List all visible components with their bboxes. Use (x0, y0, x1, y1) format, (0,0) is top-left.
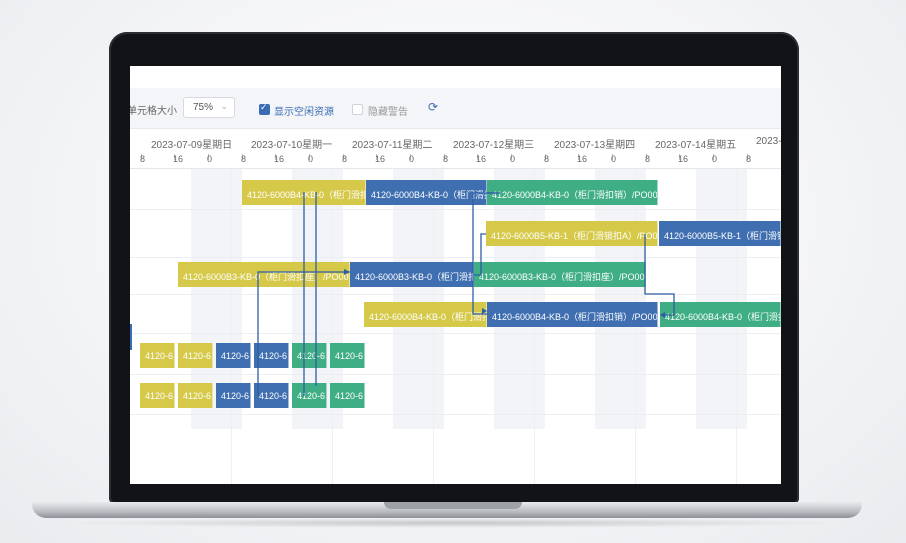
hour-label: 16 (274, 154, 285, 164)
chevron-down-icon: ⌄ (220, 101, 228, 111)
cell-size-label: 单元格大小 (130, 106, 177, 117)
zoom-select[interactable]: 75% ⌄ (183, 97, 235, 118)
hour-label: 16 (375, 154, 386, 164)
show-idle-label[interactable]: 显示空闲资源 (274, 103, 334, 118)
hide-warning-label[interactable]: 隐藏警告 (368, 103, 408, 118)
date-header: 2023-07-09星期日 2023-07-10星期一 2023-07-11星期… (130, 136, 781, 151)
task-bar[interactable]: 4120-6000B4-KB-0（柜门滑扣 (242, 180, 366, 205)
task-bar[interactable]: 4120-6 (254, 343, 289, 368)
date-label: 2023-07-10星期一 (251, 140, 333, 151)
task-bar[interactable]: 4120-6 (330, 383, 365, 408)
hour-label: 8 (746, 154, 752, 164)
date-label: 2023-07-14星期五 (655, 140, 737, 151)
hour-label: 8 (645, 154, 651, 164)
task-bar[interactable]: 4120-6 (330, 343, 365, 368)
task-bar[interactable]: 4120-6000B4-KB-0（柜门滑扣销）/PO004 (487, 302, 658, 327)
task-bar[interactable]: 4120-6 (178, 343, 213, 368)
row-indicator (130, 324, 132, 350)
hour-label: 0 (712, 154, 718, 164)
task-bar[interactable]: 4120-6000B4-KB-0（柜门滑扣 (364, 302, 487, 327)
task-bar[interactable]: 4120-6 (216, 343, 251, 368)
zoom-value: 75% (193, 102, 214, 113)
show-idle-checkbox[interactable] (259, 102, 270, 115)
hour-label: 8 (241, 154, 247, 164)
refresh-icon[interactable]: ⟳ (428, 100, 438, 114)
hour-label: 16 (476, 154, 487, 164)
gantt-toolbar: 单元格大小 75% ⌄ 显示空闲资源 隐藏警告 ⟳ (130, 88, 781, 129)
task-bar[interactable]: 4120-6000B3-KB-0（柜门滑扣座）/PO006 (178, 262, 350, 287)
task-bar[interactable]: 4120-6000B3-KB-0（柜门滑扣座）/PO006 (474, 262, 646, 287)
hour-label: 8 (544, 154, 550, 164)
task-bar[interactable]: 4120-6000B5-KB-1（柜门滑锁 (659, 221, 781, 246)
hour-label: 8 (140, 154, 146, 164)
date-label: 2023- (756, 136, 781, 147)
hour-label: 8 (443, 154, 449, 164)
task-bar[interactable]: 4120-6 (178, 383, 213, 408)
date-label: 2023-07-09星期日 (151, 140, 233, 151)
task-bar[interactable]: 4120-6 (216, 383, 251, 408)
task-bar[interactable]: 4120-6 (292, 383, 327, 408)
hour-label: 0 (409, 154, 415, 164)
hour-label: 16 (678, 154, 689, 164)
hour-label: 8 (342, 154, 348, 164)
laptop-shadow (60, 518, 846, 528)
task-bar[interactable]: 4120-6 (140, 343, 175, 368)
hour-label: 16 (173, 154, 184, 164)
app-screen: 单元格大小 75% ⌄ 显示空闲资源 隐藏警告 ⟳ 2023-07-09星期日 … (130, 66, 781, 484)
date-label: 2023-07-13星期四 (554, 140, 636, 151)
hour-label: 16 (577, 154, 588, 164)
date-label: 2023-07-12星期三 (453, 140, 535, 151)
hide-warning-checkbox[interactable] (352, 104, 363, 115)
date-label: 2023-07-11星期二 (352, 140, 433, 151)
task-bar[interactable]: 4120-6000B3-KB-0（柜门滑扣 (350, 262, 474, 287)
hour-label: 0 (510, 154, 516, 164)
task-bar[interactable]: 4120-6 (292, 343, 327, 368)
task-bar[interactable]: 4120-6000B4-KB-0（柜门滑扣 (366, 180, 487, 205)
hour-label: 0 (611, 154, 617, 164)
hour-header: 8 16 0 8 16 0 8 16 0 8 16 0 8 16 0 8 16 … (130, 154, 781, 169)
task-bar[interactable]: 4120-6 (140, 383, 175, 408)
task-bar[interactable]: 4120-6 (254, 383, 289, 408)
task-bar[interactable]: 4120-6000B5-KB-1（柜门滑锁扣A）/PO005 (486, 221, 658, 246)
laptop-base-notch (384, 502, 522, 509)
task-bar[interactable]: 4120-6000B4-KB-0（柜门滑扣 (660, 302, 781, 327)
task-bar[interactable]: 4120-6000B4-KB-0（柜门滑扣销）/PO002 (487, 180, 658, 205)
hour-label: 0 (308, 154, 314, 164)
hour-label: 0 (207, 154, 213, 164)
